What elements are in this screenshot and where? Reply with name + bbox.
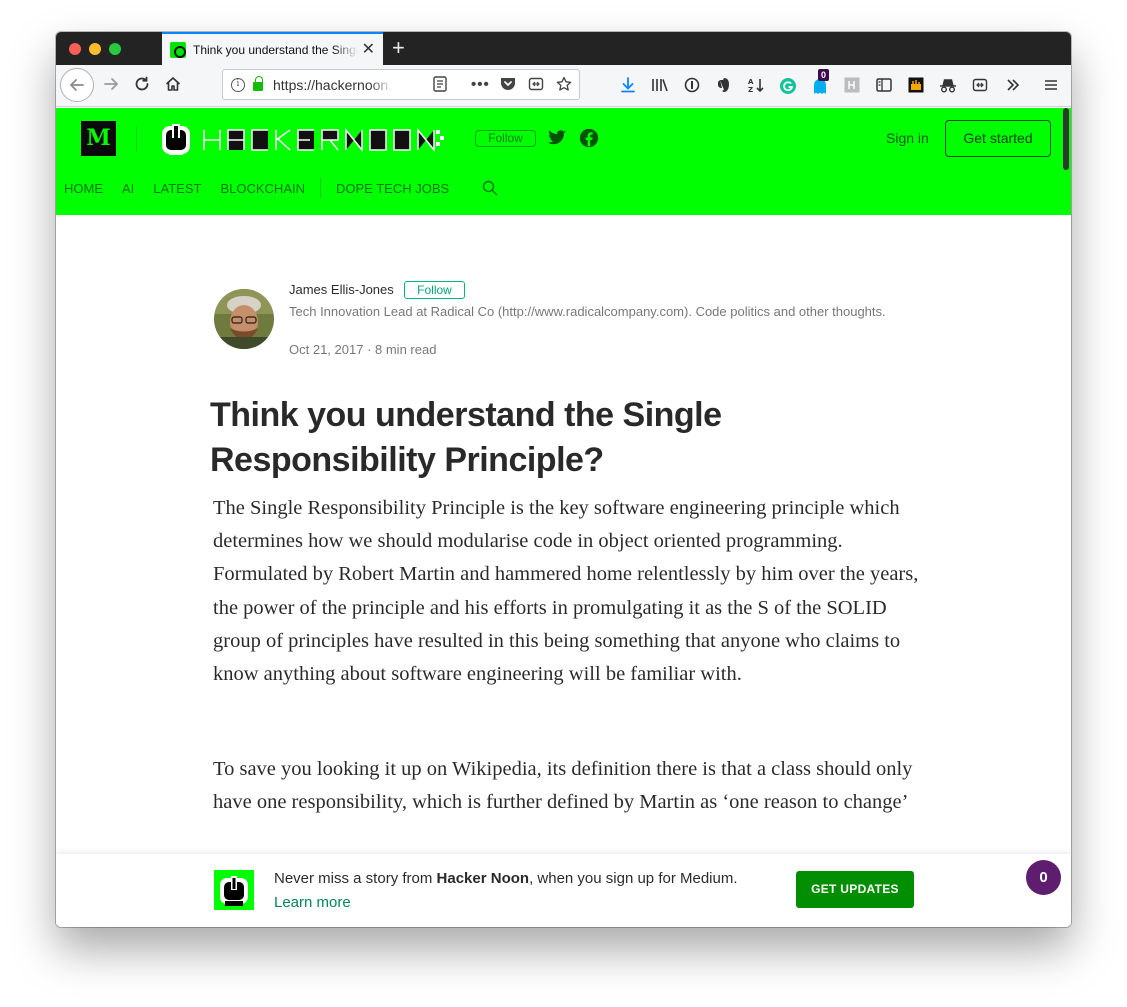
article-paragraph-1: The Single Responsibility Principle is t… bbox=[213, 497, 919, 686]
download-icon[interactable] bbox=[619, 77, 637, 95]
banner-publication: Hacker Noon bbox=[436, 870, 530, 887]
learn-more-link[interactable]: Learn more bbox=[274, 894, 351, 911]
sort-az-icon[interactable]: AZ bbox=[747, 77, 765, 95]
header-divider bbox=[136, 126, 137, 152]
tab-strip: Think you understand the Single Responsi… bbox=[56, 32, 1071, 65]
tab-close-icon[interactable]: ✕ bbox=[362, 41, 375, 58]
forward-button[interactable] bbox=[96, 69, 126, 99]
sidebar-icon[interactable] bbox=[875, 77, 893, 95]
pocket-icon[interactable] bbox=[499, 76, 517, 96]
meta-separator: · bbox=[363, 342, 376, 357]
tab-title: Think you understand the Single Responsi… bbox=[193, 42, 358, 57]
sign-in-link[interactable]: Sign in bbox=[886, 130, 929, 146]
evernote-icon[interactable] bbox=[715, 77, 733, 95]
facebook-icon[interactable] bbox=[578, 127, 600, 149]
banner-text-before: Never miss a story from bbox=[274, 870, 437, 887]
medium-logo[interactable]: M bbox=[81, 121, 116, 156]
get-started-button[interactable]: Get started bbox=[945, 120, 1051, 157]
ghostery-count-badge: 0 bbox=[818, 69, 830, 81]
arrow-right-icon bbox=[104, 78, 118, 90]
search-icon[interactable] bbox=[482, 180, 498, 196]
author-bio: Tech Innovation Lead at Radical Co (http… bbox=[289, 304, 886, 319]
window-close-button[interactable] bbox=[69, 43, 81, 55]
nav-home[interactable]: HOME bbox=[64, 181, 103, 196]
publication-nav: HOME AI LATEST BLOCKCHAIN DOPE TECH JOBS bbox=[64, 178, 498, 198]
overflow-chevron-icon[interactable] bbox=[1004, 77, 1022, 95]
reader-view-icon[interactable] bbox=[431, 76, 449, 97]
url-input[interactable]: https://hackernoon.com/think-you-underst… bbox=[273, 77, 393, 93]
site-header: M Follow Sign in Get started HOME AI LAT… bbox=[56, 108, 1071, 215]
page-scrollbar[interactable] bbox=[1063, 108, 1069, 170]
hackernoon-logo[interactable] bbox=[160, 120, 460, 160]
lock-icon[interactable] bbox=[253, 76, 263, 91]
hackernoon-favicon-icon bbox=[170, 41, 186, 58]
bookmark-star-icon[interactable] bbox=[555, 76, 573, 97]
twitter-icon[interactable] bbox=[546, 127, 568, 149]
banner-text-after: , when you sign up for Medium. bbox=[529, 870, 738, 887]
extension-dark-icon[interactable] bbox=[907, 77, 925, 95]
screenshot-icon[interactable] bbox=[527, 76, 545, 97]
ghostery-icon[interactable]: 0 bbox=[811, 69, 830, 95]
navigation-toolbar: i https://hackernoon.com/think-you-under… bbox=[56, 65, 1071, 107]
publish-date[interactable]: Oct 21, 2017 bbox=[289, 342, 363, 357]
browser-window: Think you understand the Single Responsi… bbox=[56, 32, 1071, 927]
nav-ai[interactable]: AI bbox=[122, 181, 134, 196]
publication-follow-button[interactable]: Follow bbox=[475, 130, 536, 147]
nav-blockchain[interactable]: BLOCKCHAIN bbox=[220, 181, 305, 196]
window-maximize-button[interactable] bbox=[109, 43, 121, 55]
library-icon[interactable] bbox=[651, 77, 669, 95]
svg-text:A: A bbox=[748, 78, 754, 86]
home-icon bbox=[165, 77, 181, 91]
grammarly-icon[interactable] bbox=[779, 77, 797, 95]
read-time: 8 min read bbox=[375, 342, 437, 357]
reload-icon bbox=[135, 76, 149, 91]
signup-banner: Never miss a story from Hacker Noon, whe… bbox=[56, 854, 1071, 927]
author-follow-button[interactable]: Follow bbox=[404, 281, 465, 299]
nav-separator bbox=[320, 178, 321, 198]
hackernoon-banner-logo bbox=[214, 870, 254, 910]
nav-latest[interactable]: LATEST bbox=[153, 181, 201, 196]
home-button[interactable] bbox=[158, 69, 188, 99]
banner-message: Never miss a story from Hacker Noon, whe… bbox=[274, 867, 744, 915]
new-tab-button[interactable]: + bbox=[392, 36, 405, 60]
url-bar[interactable]: i https://hackernoon.com/think-you-under… bbox=[222, 69, 580, 100]
page-viewport: M Follow Sign in Get started HOME AI LAT… bbox=[56, 108, 1071, 927]
author-avatar[interactable] bbox=[214, 289, 274, 349]
svg-text:Z: Z bbox=[748, 86, 753, 93]
window-minimize-button[interactable] bbox=[89, 43, 101, 55]
notification-badge[interactable]: 0 bbox=[1026, 860, 1061, 895]
1password-icon[interactable] bbox=[683, 77, 701, 95]
tab-active[interactable]: Think you understand the Single Responsi… bbox=[162, 32, 383, 65]
article-meta: Oct 21, 2017 · 8 min read bbox=[289, 342, 436, 357]
incognito-icon[interactable] bbox=[939, 77, 957, 95]
hamburger-menu-icon[interactable] bbox=[1042, 77, 1060, 95]
screenshot-toolbar-icon[interactable] bbox=[971, 77, 989, 95]
back-button[interactable] bbox=[60, 68, 94, 102]
get-updates-button[interactable]: GET UPDATES bbox=[796, 871, 914, 908]
article-paragraph-2: To save you looking it up on Wikipedia, … bbox=[213, 758, 913, 814]
article-title: Think you understand the Single Responsi… bbox=[210, 396, 722, 479]
extension-grey-icon[interactable] bbox=[843, 77, 861, 95]
page-actions-icon[interactable]: ••• bbox=[471, 76, 489, 94]
author-name-link[interactable]: James Ellis-Jones bbox=[289, 282, 394, 297]
info-icon[interactable]: i bbox=[231, 77, 245, 92]
reload-button[interactable] bbox=[127, 69, 157, 99]
arrow-left-icon bbox=[70, 79, 84, 91]
nav-dope-tech-jobs[interactable]: DOPE TECH JOBS bbox=[336, 181, 449, 196]
